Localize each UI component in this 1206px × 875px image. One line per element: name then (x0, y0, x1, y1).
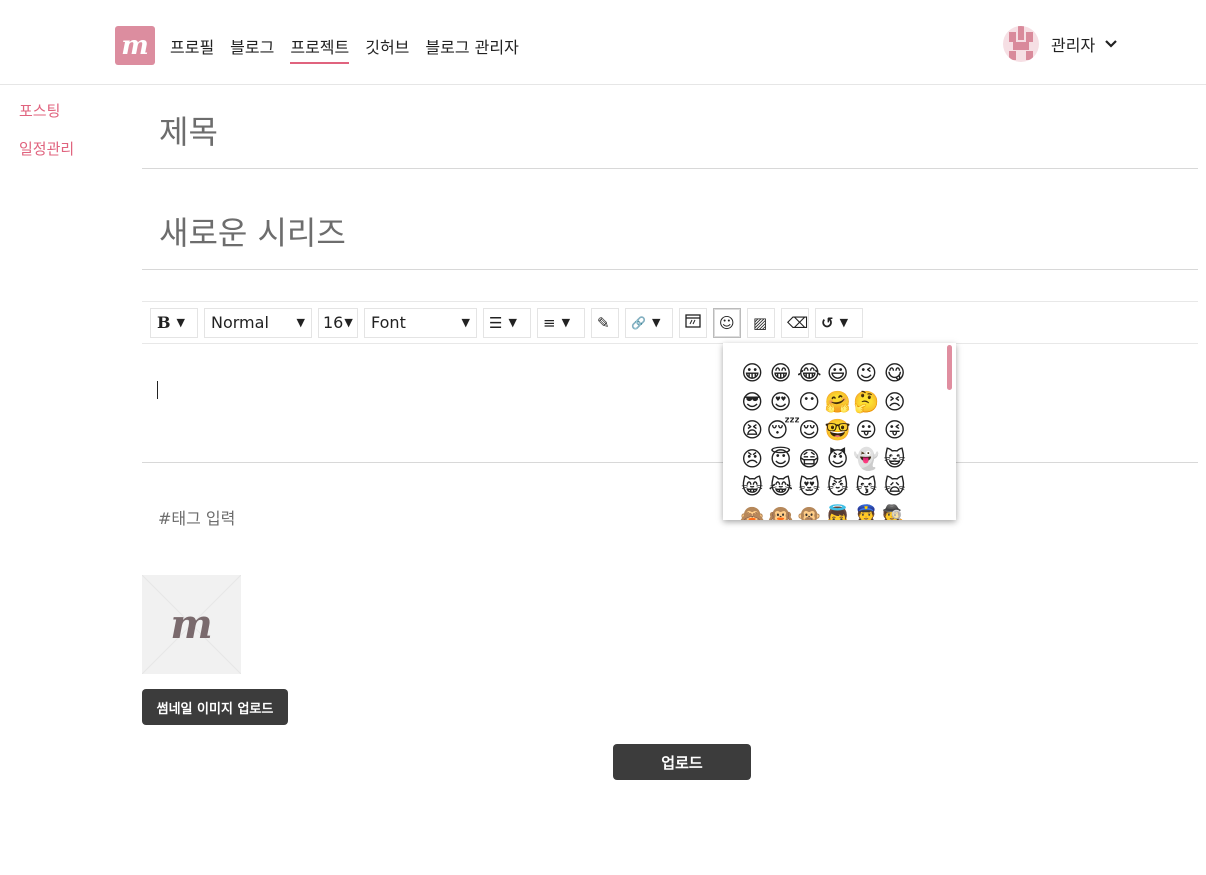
emoji-item[interactable]: 🙀 (881, 473, 910, 502)
caret-down-icon: ▼ (839, 316, 849, 329)
list-button[interactable]: ☰ ▼ (483, 307, 531, 338)
emoji-item[interactable]: 🙉 (767, 502, 796, 521)
align-button[interactable]: ≡ ▼ (537, 307, 585, 338)
paragraph-style-value: Normal (211, 313, 269, 332)
emoji-item[interactable]: 😹 (767, 473, 796, 502)
nav-blog-admin[interactable]: 블로그 관리자 (425, 34, 518, 64)
editor-toolbar: B ▼ Normal ▼ 16 ▼ Font ▼ ☰ ▼ ≡ ▼ ✎ 🔗 ▼ ☺… (142, 301, 1198, 344)
emoji-item[interactable]: 👼 (824, 502, 853, 521)
bold-button[interactable]: B ▼ (150, 307, 198, 338)
nav-project[interactable]: 프로젝트 (290, 34, 350, 64)
align-icon: ≡ (543, 313, 556, 332)
history-button[interactable]: ↺ ▼ (815, 307, 863, 338)
caret-down-icon: ▼ (296, 316, 305, 329)
eraser-icon: ⌫ (787, 313, 809, 332)
embed-button[interactable] (679, 307, 707, 338)
nav-profile[interactable]: 프로필 (170, 34, 214, 64)
editor-content[interactable] (142, 345, 1198, 463)
emoji-item[interactable]: 😀 (738, 359, 767, 388)
emoji-item[interactable]: 😻 (795, 473, 824, 502)
thumbnail-logo: m (170, 601, 213, 648)
main-nav: 프로필 블로그 프로젝트 깃허브 블로그 관리자 (170, 34, 535, 64)
logo-text: m (121, 30, 149, 61)
emoji-item[interactable]: 😃 (824, 359, 853, 388)
emoji-item[interactable]: 😎 (738, 388, 767, 417)
emoji-item[interactable]: 👮 (852, 502, 881, 521)
list-icon: ☰ (489, 313, 503, 332)
emoji-item[interactable]: 😴 (767, 416, 801, 445)
emoji-item[interactable]: 😂 (795, 359, 824, 388)
link-button[interactable]: 🔗 ▼ (625, 307, 673, 338)
sidebar-item-posting[interactable]: 포스팅 (19, 100, 74, 121)
sidebar: 포스팅 일정관리 (19, 100, 74, 176)
thumbnail-preview: m (142, 575, 241, 674)
emoji-item[interactable]: 🕵 (881, 502, 910, 521)
code-block-icon (685, 313, 701, 333)
bold-label: B (157, 313, 171, 332)
caret-down-icon: ▼ (508, 316, 517, 329)
sidebar-item-schedule[interactable]: 일정관리 (19, 138, 74, 159)
pen-icon: ✎ (597, 313, 610, 332)
emoji-scrollbar[interactable] (947, 345, 952, 390)
emoji-item[interactable]: 😈 (824, 445, 853, 474)
emoji-item[interactable]: 😌 (795, 416, 824, 445)
chevron-down-icon[interactable] (1105, 36, 1117, 52)
emoji-item[interactable]: 🙈 (738, 502, 767, 521)
paragraph-style-select[interactable]: Normal ▼ (204, 307, 312, 338)
image-icon: ▨ (753, 313, 768, 332)
emoji-item[interactable]: 😋 (881, 359, 910, 388)
avatar (1003, 26, 1039, 62)
top-header: m 프로필 블로그 프로젝트 깃허브 블로그 관리자 관리자 (0, 0, 1206, 85)
emoji-grid: 😀 😁 😂 😃 😉 😋 😎 😍 😶 🤗 🤔 😣 😫 😴 😌 🤓 😛 😜 😠 😇 😷 😈 👻 😺 😸 😹 😻 😼 😽 🙀 🙈 🙉 🙊 👼 👮 🕵 (738, 359, 909, 520)
image-button[interactable]: ▨ (747, 307, 775, 338)
nav-github[interactable]: 깃허브 (365, 34, 409, 64)
emoji-item[interactable]: 🤓 (824, 416, 853, 445)
emoji-button[interactable]: ☺ (713, 307, 741, 338)
text-cursor (157, 381, 158, 399)
emoji-item[interactable]: 😉 (852, 359, 881, 388)
upload-button[interactable]: 업로드 (613, 744, 751, 780)
emoji-item[interactable]: 😸 (738, 473, 767, 502)
emoji-item[interactable]: 😽 (852, 473, 881, 502)
color-button[interactable]: ✎ (591, 307, 619, 338)
tag-input[interactable] (142, 500, 542, 536)
undo-icon: ↺ (821, 313, 834, 332)
emoji-item[interactable]: 🙊 (795, 502, 824, 521)
caret-down-icon: ▼ (176, 316, 185, 329)
caret-down-icon: ▼ (561, 316, 571, 329)
emoji-item[interactable]: 🤔 (852, 388, 881, 417)
emoji-icon: ☺ (719, 313, 735, 332)
emoji-item[interactable]: 🤗 (824, 388, 853, 417)
font-size-value: 16 (323, 313, 344, 332)
font-value: Font (371, 313, 406, 332)
thumbnail-upload-button[interactable]: 썸네일 이미지 업로드 (142, 689, 288, 725)
caret-down-icon: ▼ (651, 316, 661, 329)
eraser-button[interactable]: ⌫ (781, 307, 809, 338)
user-name: 관리자 (1051, 36, 1096, 55)
user-menu[interactable]: 관리자 (1003, 26, 1117, 62)
caret-down-icon: ▼ (344, 316, 353, 329)
emoji-item[interactable]: 😫 (738, 416, 767, 445)
series-input[interactable] (142, 196, 1198, 270)
emoji-item[interactable]: 😇 (767, 445, 796, 474)
font-select[interactable]: Font ▼ (364, 307, 477, 338)
emoji-picker[interactable]: 😀 😁 😂 😃 😉 😋 😎 😍 😶 🤗 🤔 😣 😫 😴 😌 🤓 😛 😜 😠 😇 😷 😈 👻 😺 😸 😹 😻 😼 😽 🙀 🙈 🙉 🙊 👼 👮 🕵 (723, 343, 956, 520)
emoji-item[interactable]: 😣 (881, 388, 910, 417)
emoji-item[interactable]: 😷 (795, 445, 824, 474)
emoji-item[interactable]: 😠 (738, 445, 767, 474)
emoji-item[interactable]: 😶 (795, 388, 824, 417)
emoji-item[interactable]: 👻 (852, 445, 881, 474)
title-input[interactable] (142, 95, 1198, 169)
emoji-item[interactable]: 😛 (852, 416, 881, 445)
emoji-item[interactable]: 😜 (881, 416, 910, 445)
logo[interactable]: m (115, 26, 155, 65)
emoji-item[interactable]: 😺 (881, 445, 910, 474)
link-icon: 🔗 (631, 315, 646, 330)
font-size-select[interactable]: 16 ▼ (318, 307, 358, 338)
emoji-item[interactable]: 😁 (767, 359, 796, 388)
emoji-item[interactable]: 😼 (824, 473, 853, 502)
nav-blog[interactable]: 블로그 (230, 34, 274, 64)
caret-down-icon: ▼ (461, 316, 470, 329)
emoji-item[interactable]: 😍 (767, 388, 796, 417)
